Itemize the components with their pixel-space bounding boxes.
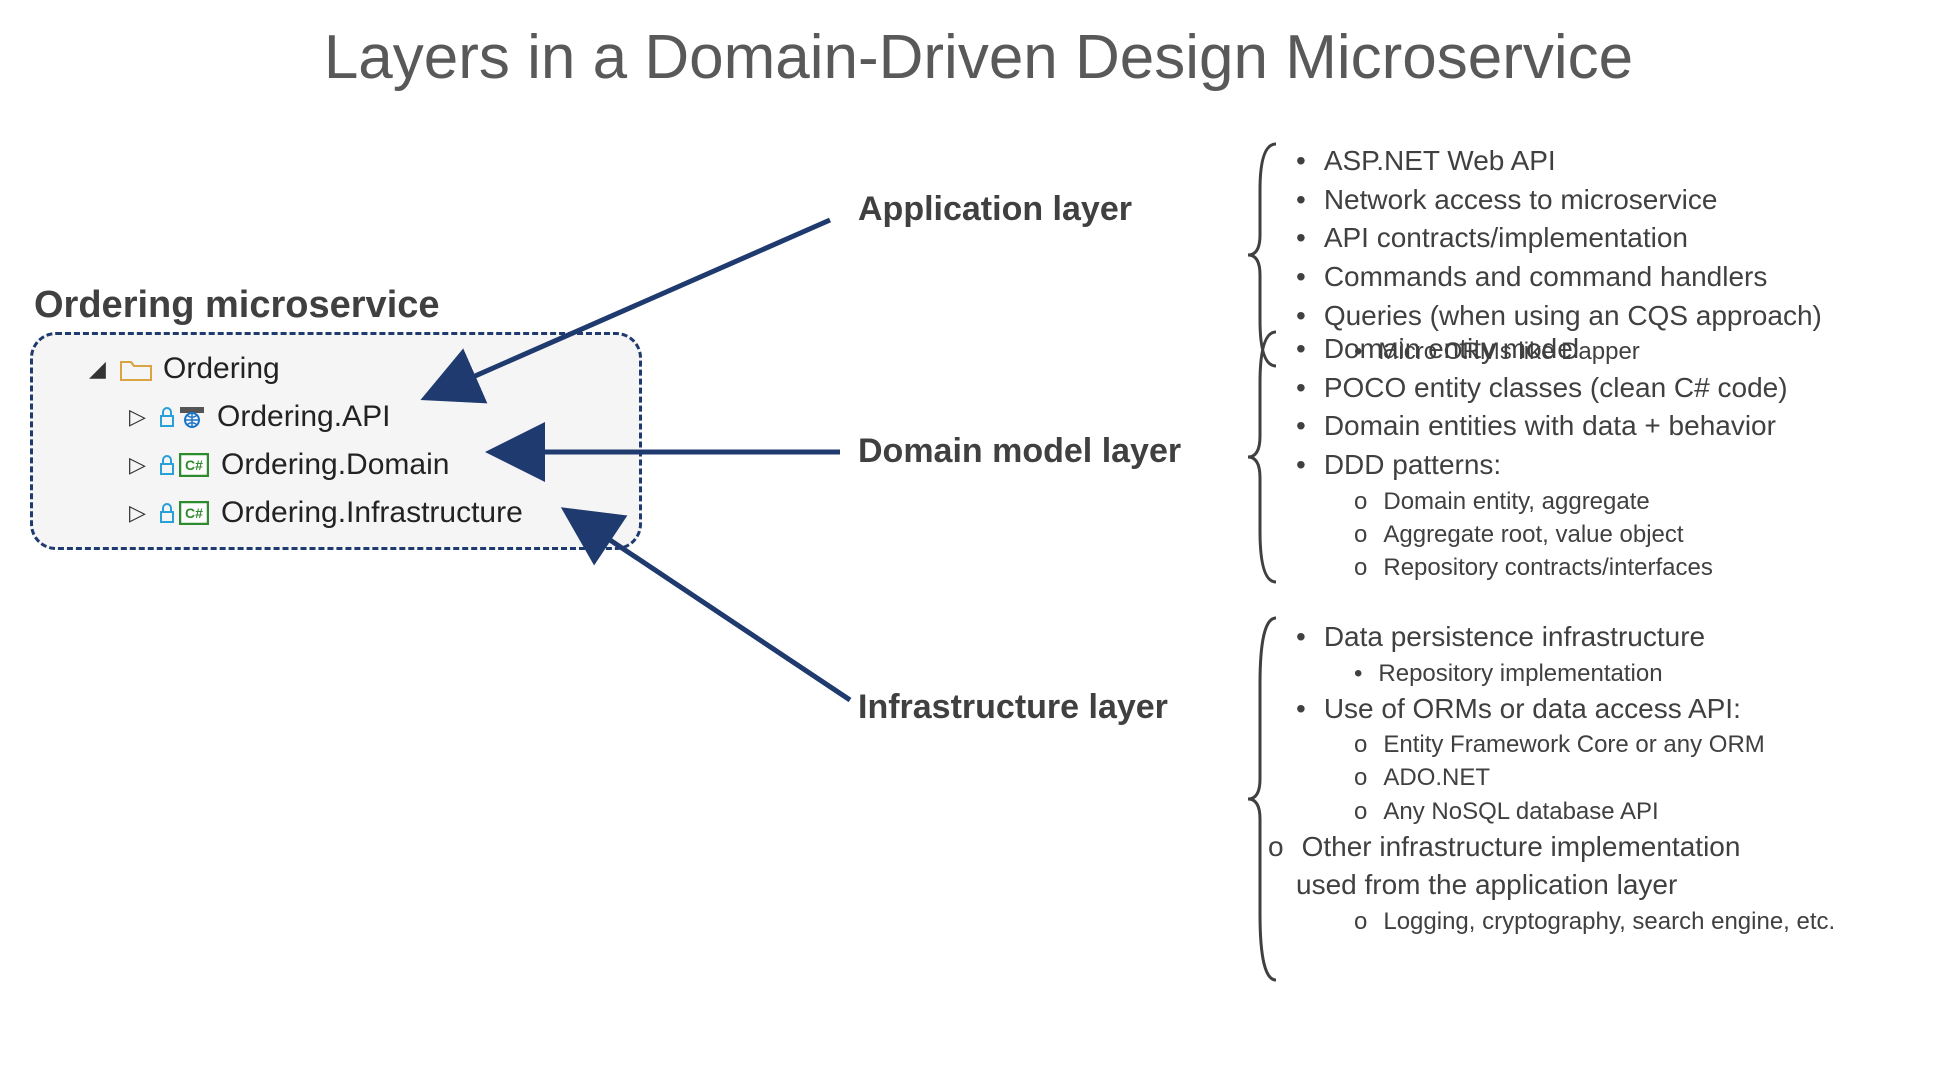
bullet-text: ASP.NET Web API [1324,145,1556,176]
domain-layer-bullets: Domain entity model POCO entity classes … [1296,330,1936,584]
bullet-text: Domain entities with data + behavior [1324,410,1776,441]
sub-bullet-text: Entity Framework Core or any ORM [1383,731,1764,758]
bullet-text-cont: used from the application layer [1296,869,1677,900]
bullet-text: Network access to microservice [1324,184,1718,215]
sub-bullet-text: Domain entity, aggregate [1383,488,1649,515]
sub-bullet-text: ADO.NET [1383,764,1490,791]
bullet-text: Domain entity model [1324,333,1579,364]
bullet-text: POCO entity classes (clean C# code) [1324,372,1788,403]
domain-layer-heading: Domain model layer [858,432,1181,471]
bullet-text: Commands and command handlers [1324,261,1768,292]
bullet-text: Use of ORMs or data access API: [1324,693,1741,724]
sub-bullet-text: Repository implementation [1378,660,1662,687]
sub-bullet-text: Repository contracts/interfaces [1383,554,1712,581]
bullet-text: DDD patterns: [1324,449,1501,480]
sub-bullet-text: Logging, cryptography, search engine, et… [1383,908,1835,935]
bullet-text: Other infrastructure implementation [1302,831,1741,862]
infrastructure-layer-bullets: Data persistence infrastructure Reposito… [1296,618,1956,938]
application-layer-heading: Application layer [858,190,1132,229]
brace-icon [1246,328,1282,586]
brace-icon [1246,614,1282,984]
bullet-text: Data persistence infrastructure [1324,621,1705,652]
infrastructure-layer-heading: Infrastructure layer [858,688,1168,727]
sub-bullet-text: Aggregate root, value object [1383,521,1683,548]
bullet-text: Queries (when using an CQS approach) [1324,300,1822,331]
sub-bullet-text: Any NoSQL database API [1383,798,1658,825]
bullet-text: API contracts/implementation [1324,222,1688,253]
